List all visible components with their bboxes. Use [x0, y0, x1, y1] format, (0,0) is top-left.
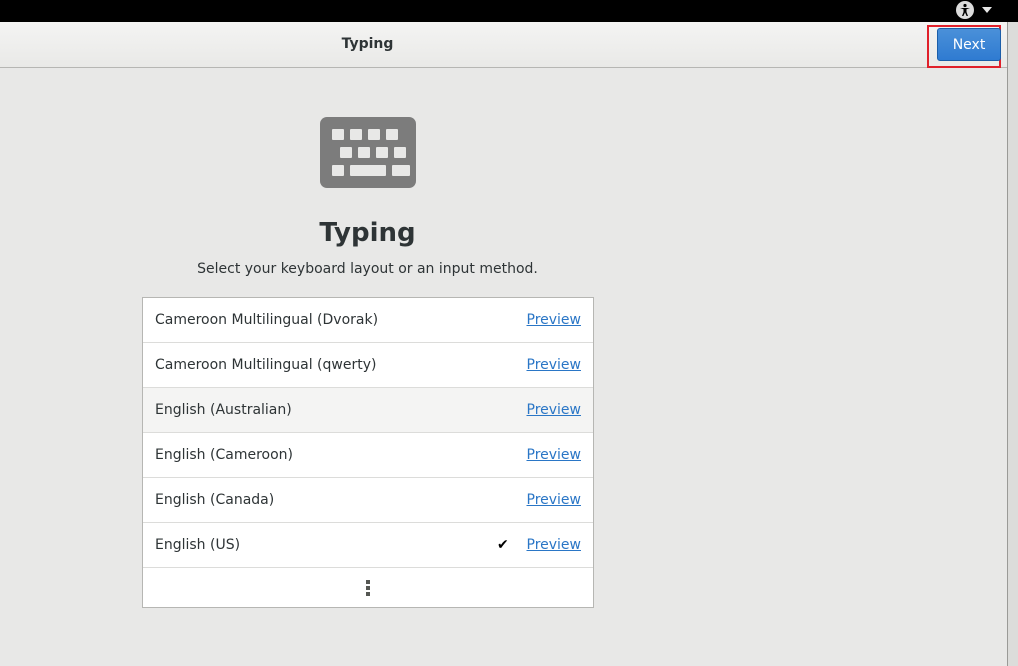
keyboard-layout-list: Cameroon Multilingual (Dvorak) Preview C…: [142, 297, 594, 608]
more-layouts-row[interactable]: [143, 568, 593, 608]
chevron-down-icon[interactable]: [982, 7, 992, 13]
layout-row[interactable]: English (Australian) Preview: [143, 388, 593, 433]
window-edge: [1007, 22, 1018, 666]
next-button[interactable]: Next: [937, 28, 1001, 61]
layout-row[interactable]: English (Cameroon) Preview: [143, 433, 593, 478]
preview-link[interactable]: Preview: [527, 388, 582, 432]
preview-link[interactable]: Preview: [527, 478, 582, 522]
layout-name: Cameroon Multilingual (Dvorak): [155, 312, 379, 328]
layout-name: English (US): [155, 537, 241, 553]
page-title: Typing: [319, 218, 416, 248]
top-bar: [0, 0, 1018, 22]
layout-row[interactable]: Cameroon Multilingual (Dvorak) Preview: [143, 298, 593, 343]
layout-name: Cameroon Multilingual (qwerty): [155, 357, 377, 373]
layout-name: English (Cameroon): [155, 447, 293, 463]
preview-link[interactable]: Preview: [527, 433, 582, 477]
layout-row[interactable]: English (Canada) Preview: [143, 478, 593, 523]
preview-link[interactable]: Preview: [527, 523, 582, 567]
layout-name: English (Australian): [155, 402, 292, 418]
layout-row-selected[interactable]: English (US) ✔ Preview: [143, 523, 593, 568]
preview-link[interactable]: Preview: [527, 298, 582, 342]
header-title: Typing: [341, 36, 394, 52]
preview-link[interactable]: Preview: [527, 343, 582, 387]
more-vertical-icon: [366, 580, 370, 596]
header-bar: Typing Next: [0, 22, 1007, 68]
keyboard-icon: [320, 117, 416, 188]
accessibility-icon[interactable]: [956, 1, 974, 19]
layout-name: English (Canada): [155, 492, 275, 508]
checkmark-icon: ✔: [497, 537, 509, 553]
layout-row[interactable]: Cameroon Multilingual (qwerty) Preview: [143, 343, 593, 388]
page-subtitle: Select your keyboard layout or an input …: [197, 261, 538, 277]
